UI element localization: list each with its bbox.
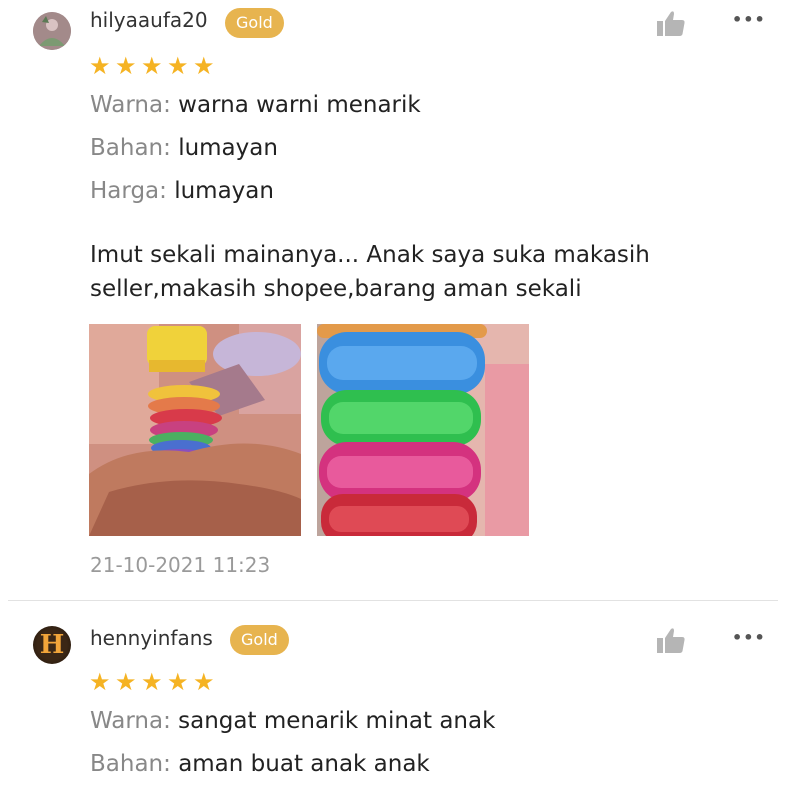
review-comment: Imut sekali mainanya... Anak saya suka m… [90, 238, 770, 306]
attribute-warna: Warna: sangat menarik minat anak [90, 708, 495, 734]
attribute-label: Bahan: [90, 751, 171, 777]
thumbs-up-icon[interactable] [656, 9, 686, 37]
star-rating: ★ ★ ★ ★ ★ [89, 670, 219, 694]
star-icon: ★ [167, 52, 189, 80]
star-icon: ★ [193, 52, 215, 80]
thumbs-up-icon[interactable] [656, 626, 686, 654]
star-icon: ★ [141, 668, 163, 696]
avatar[interactable]: H [33, 626, 71, 664]
attribute-value: warna warni menarik [178, 92, 421, 118]
star-icon: ★ [89, 668, 111, 696]
star-icon: ★ [193, 668, 215, 696]
attribute-bahan: Bahan: aman buat anak anak [90, 751, 430, 777]
username[interactable]: hennyinfans [90, 626, 213, 650]
review-timestamp: 21-10-2021 11:23 [90, 553, 271, 577]
gold-badge: Gold [230, 625, 289, 655]
more-options-icon[interactable]: ••• [732, 10, 766, 29]
attribute-label: Bahan: [90, 135, 171, 161]
attribute-value: aman buat anak anak [178, 751, 430, 777]
attribute-value: lumayan [178, 135, 278, 161]
divider [8, 600, 778, 601]
attribute-value: lumayan [174, 178, 274, 204]
attribute-label: Warna: [90, 92, 171, 118]
review-item: H hennyinfans Gold ••• ★ ★ ★ ★ ★ Warna: sang… [0, 604, 786, 786]
attribute-label: Warna: [90, 708, 171, 734]
review-photo[interactable] [317, 324, 529, 536]
star-icon: ★ [141, 52, 163, 80]
gold-badge: Gold [225, 8, 284, 38]
star-icon: ★ [115, 52, 137, 80]
avatar[interactable] [33, 12, 71, 50]
attribute-value: sangat menarik minat anak [178, 708, 496, 734]
more-options-icon[interactable]: ••• [732, 628, 766, 647]
review-item: hilyaaufa20 Gold ••• ★ ★ ★ ★ ★ Warna: warna … [0, 0, 786, 600]
attribute-bahan: Bahan: lumayan [90, 135, 278, 161]
star-icon: ★ [115, 668, 137, 696]
comment-line: seller,makasih shopee,barang aman sekali [90, 276, 582, 302]
comment-line: Imut sekali mainanya... Anak saya suka m… [90, 242, 650, 268]
attribute-label: Harga: [90, 178, 167, 204]
username[interactable]: hilyaaufa20 [90, 8, 208, 32]
star-icon: ★ [167, 668, 189, 696]
attribute-harga: Harga: lumayan [90, 178, 274, 204]
attribute-warna: Warna: warna warni menarik [90, 92, 421, 118]
review-photo[interactable] [89, 324, 301, 536]
star-rating: ★ ★ ★ ★ ★ [89, 54, 219, 78]
star-icon: ★ [89, 52, 111, 80]
